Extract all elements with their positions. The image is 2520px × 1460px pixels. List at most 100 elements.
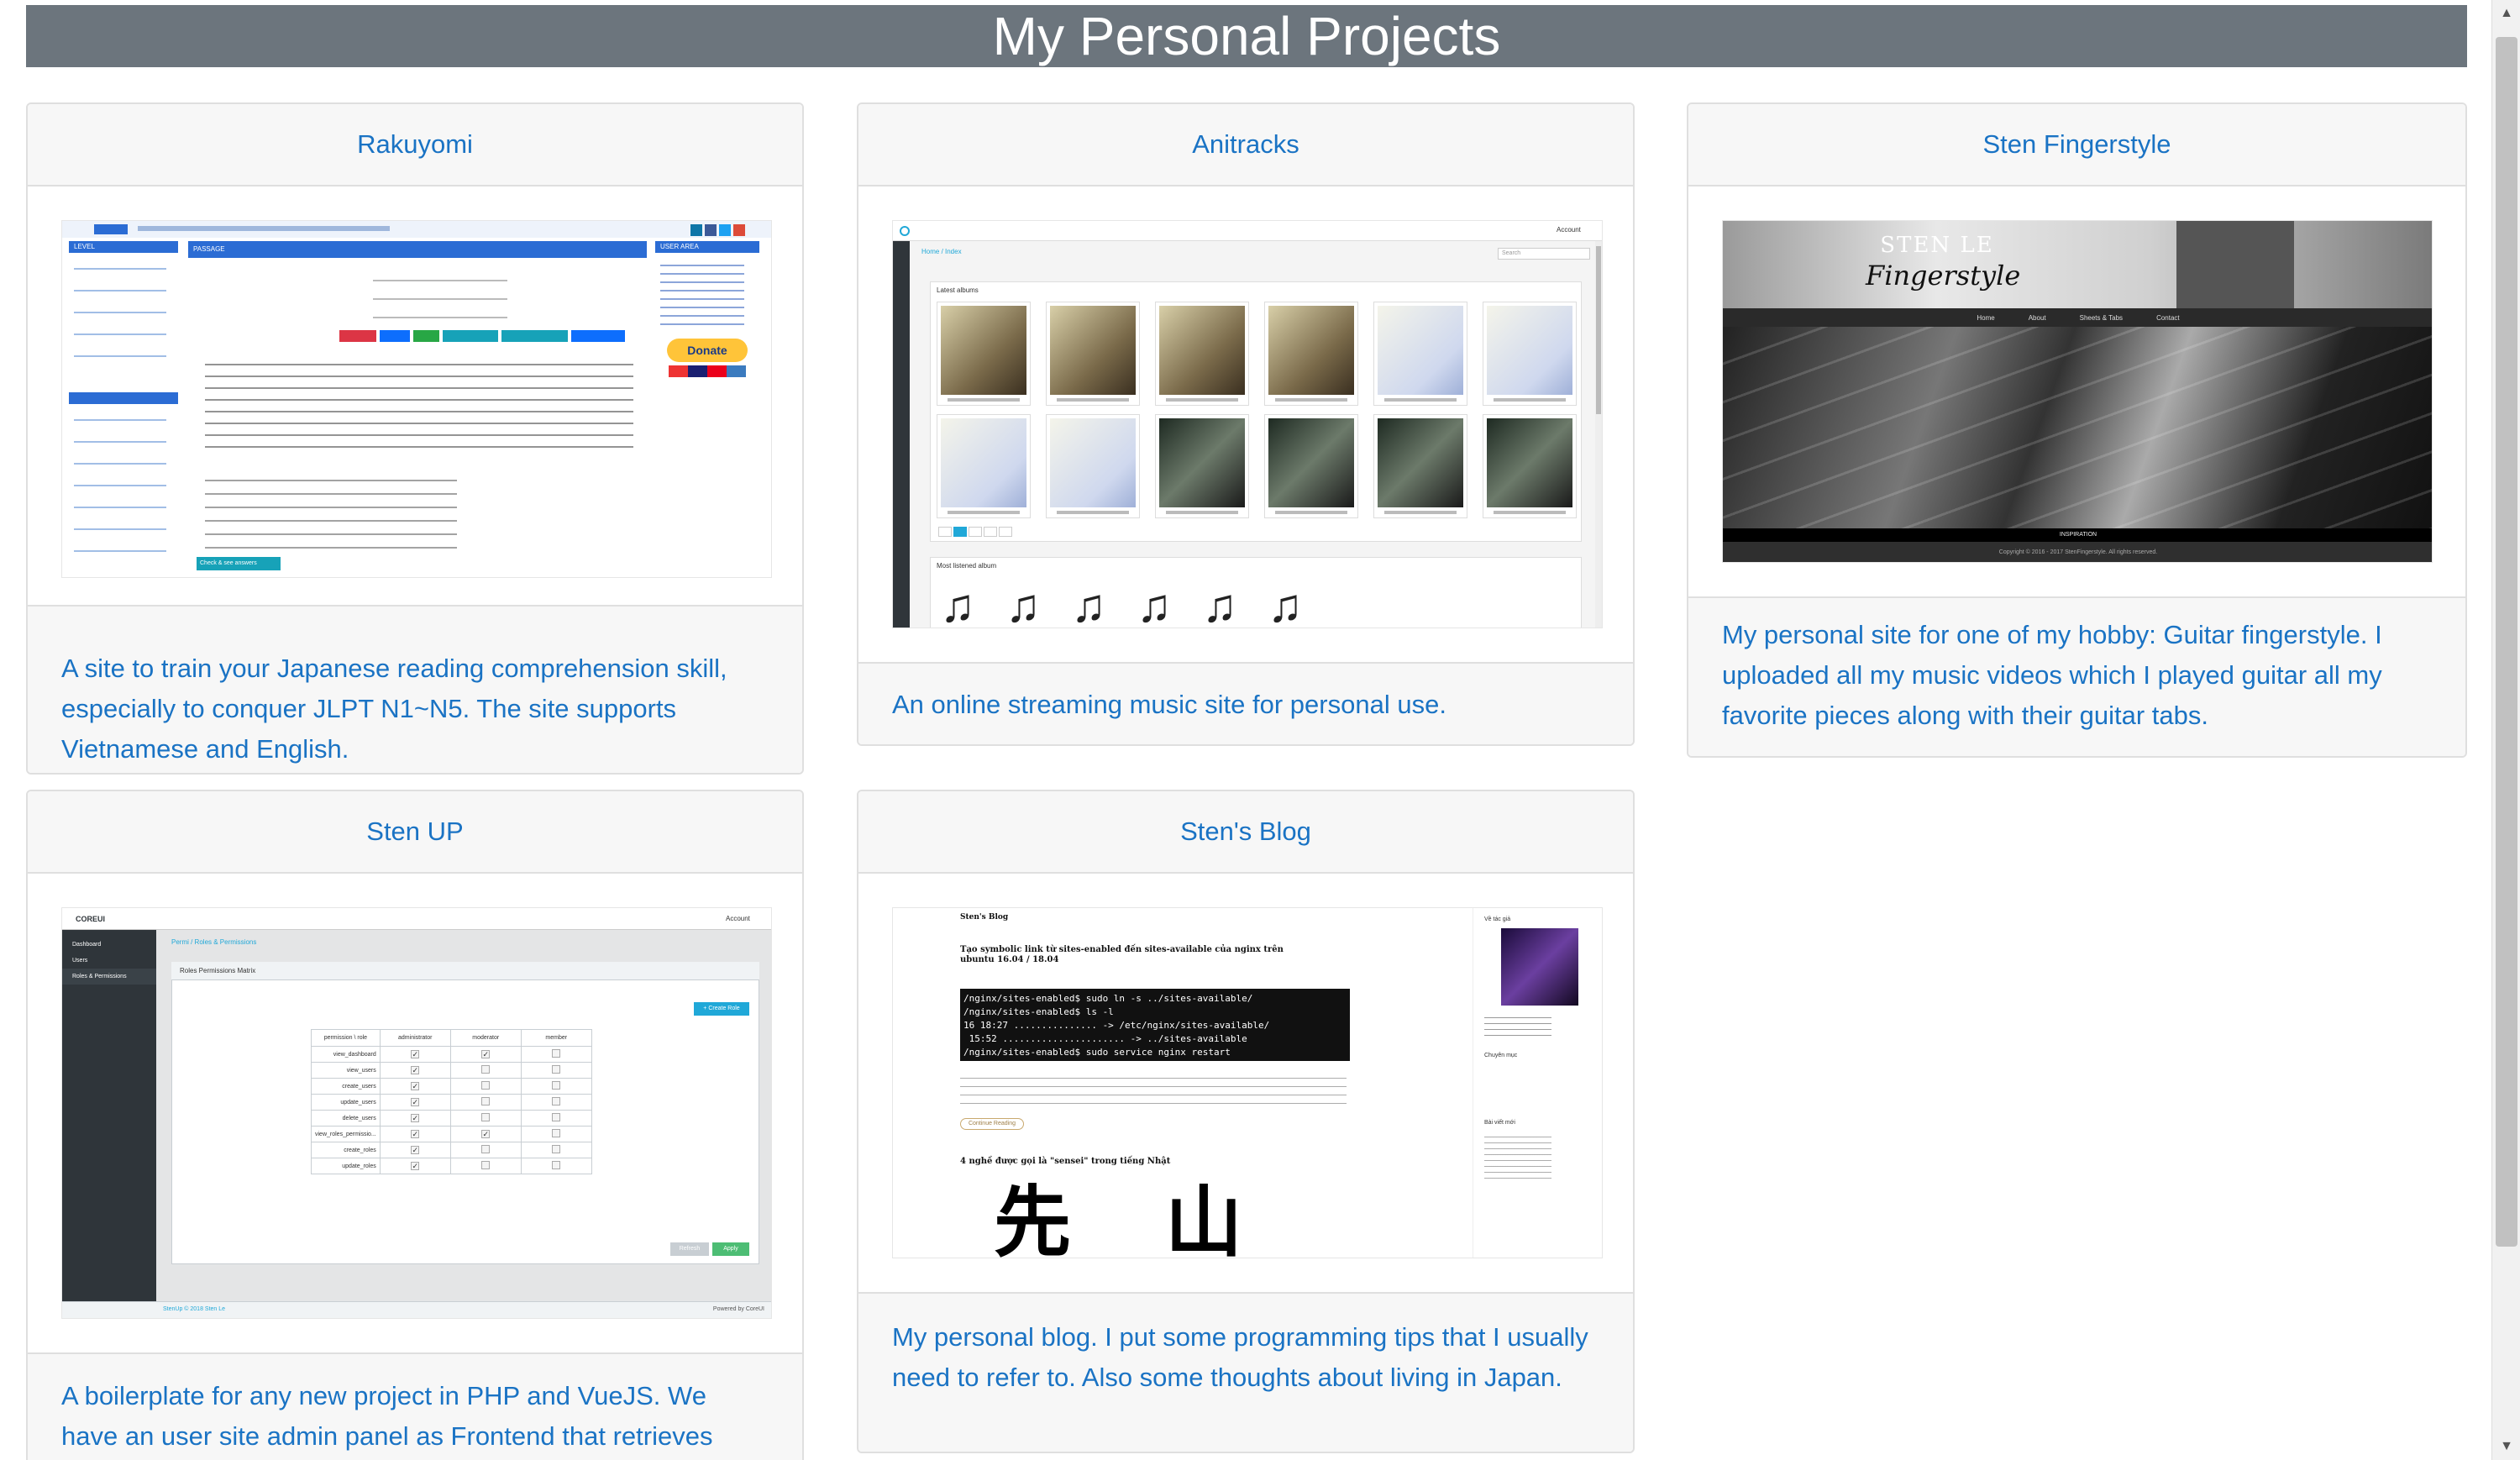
card-title[interactable]: Sten UP	[28, 791, 802, 874]
permission-checkbox[interactable]: ✓	[449, 1126, 522, 1142]
stenup-screenshot[interactable]: COREUI Account Dashboard Users Roles & Per…	[61, 907, 772, 1319]
music-note-icon: ♫	[940, 579, 975, 628]
create-role-button: + Create Role	[694, 1002, 749, 1016]
blog-screenshot[interactable]: Sten's Blog Tạo symbolic link từ sites-e…	[892, 907, 1603, 1258]
permission-checkbox[interactable]	[520, 1126, 592, 1142]
permission-checkbox[interactable]	[520, 1046, 592, 1063]
album-thumbnail	[1373, 302, 1467, 406]
terminal-line: 16 18:27 ............... -> /etc/nginx/s…	[963, 1020, 1270, 1031]
page-title: My Personal Projects	[992, 6, 1501, 66]
footer-left: StenUp © 2018 Sten Le	[163, 1306, 226, 1312]
scroll-down-arrow-icon[interactable]: ▼	[2492, 1433, 2520, 1460]
account-link: Account	[726, 915, 750, 922]
permission-name: update_roles	[311, 1158, 381, 1174]
permission-checkbox[interactable]	[520, 1142, 592, 1158]
permission-checkbox[interactable]: ✓	[379, 1126, 451, 1142]
permission-checkbox[interactable]: ✓	[379, 1062, 451, 1079]
album-thumbnail	[937, 302, 1031, 406]
permission-checkbox[interactable]: ✓	[449, 1046, 522, 1063]
coreui-logo: COREUI	[76, 915, 106, 923]
album-thumbnail	[937, 414, 1031, 518]
permission-checkbox[interactable]: ✓	[379, 1110, 451, 1127]
fingerstyle-screenshot[interactable]: STEN LE Fingerstyle Home About Sheets & Ta…	[1722, 220, 2433, 563]
permission-checkbox[interactable]	[449, 1158, 522, 1174]
album-thumbnail	[1046, 414, 1140, 518]
terminal-line: /nginx/sites-enabled$ ls -l	[963, 1006, 1114, 1017]
music-note-icon: ♫	[1005, 579, 1041, 628]
blog-post-title: Tạo symbolic link từ sites-enabled đến s…	[960, 945, 1284, 964]
permission-checkbox[interactable]: ✓	[379, 1158, 451, 1174]
permission-column-header: member	[520, 1029, 592, 1047]
permission-checkbox[interactable]	[449, 1094, 522, 1111]
card-description: My personal site for one of my hobby: Gu…	[1688, 596, 2465, 756]
album-thumbnail	[1155, 414, 1249, 518]
project-card-sten-fingerstyle: Sten Fingerstyle STEN LE Fingerstyle Hom…	[1687, 102, 2467, 758]
fingerstyle-nav-item: Home	[1977, 313, 1995, 322]
permission-checkbox[interactable]	[520, 1094, 592, 1111]
permission-checkbox[interactable]: ✓	[379, 1094, 451, 1111]
permission-column-header: moderator	[449, 1029, 522, 1047]
card-description: A site to train your Japanese reading co…	[28, 605, 802, 773]
sidebar-about: Về tác giả	[1484, 916, 1511, 922]
permission-checkbox[interactable]	[520, 1158, 592, 1174]
album-thumbnail	[1483, 414, 1577, 518]
check-answers-button: Check & see answers	[197, 557, 281, 570]
page-scrollbar[interactable]: ▲ ▼	[2491, 0, 2520, 1460]
site-logo-script: Fingerstyle	[1866, 260, 2021, 291]
user-area-header: USER AREA	[655, 241, 759, 253]
card-description: My personal blog. I put some programming…	[858, 1292, 1633, 1452]
music-note-icon: ♫	[1268, 579, 1303, 628]
card-title[interactable]: Rakuyomi	[28, 104, 802, 186]
permission-checkbox[interactable]	[520, 1078, 592, 1095]
music-note-icon: ♫	[1071, 579, 1106, 628]
permission-checkbox[interactable]	[449, 1078, 522, 1095]
permission-column-header: permission \ role	[311, 1029, 381, 1047]
permission-checkbox[interactable]	[520, 1062, 592, 1079]
inspiration-banner: INSPIRATION	[1723, 528, 2432, 542]
panel-title: Roles Permissions Matrix	[171, 962, 759, 980]
card-title-link[interactable]: Sten's Blog	[1180, 817, 1311, 847]
permission-checkbox[interactable]	[449, 1062, 522, 1079]
rakuyomi-screenshot[interactable]: LEVEL PASSAGE Check & see answers USER A…	[61, 220, 772, 578]
permission-name: view_users	[311, 1062, 381, 1079]
blog-post2-title: 4 nghề được gọi là "sensei" trong tiếng …	[960, 1157, 1171, 1166]
sidebar-recent: Bài viết mới	[1484, 1120, 1515, 1126]
permission-name: create_users	[311, 1078, 381, 1095]
copyright-text: Copyright © 2016 - 2017 StenFingerstyle.…	[1723, 542, 2432, 562]
permission-checkbox[interactable]: ✓	[379, 1046, 451, 1063]
breadcrumb: Home / Index	[921, 248, 962, 255]
permission-name: update_users	[311, 1094, 381, 1111]
card-title[interactable]: Sten Fingerstyle	[1688, 104, 2465, 186]
permission-checkbox[interactable]	[520, 1110, 592, 1127]
kanji-image: 先 山	[994, 1178, 1277, 1258]
scroll-up-arrow-icon[interactable]: ▲	[2492, 0, 2520, 27]
card-title[interactable]: Sten's Blog	[858, 791, 1633, 874]
stenup-sidebar-item: Dashboard	[72, 942, 102, 948]
permission-name: view_dashboard	[311, 1046, 381, 1063]
account-link: Account	[1557, 226, 1581, 234]
continue-reading-button: Continue Reading	[960, 1118, 1024, 1130]
permission-checkbox[interactable]: ✓	[379, 1142, 451, 1158]
anitracks-screenshot[interactable]: Account Home / Index Search Latest album…	[892, 220, 1603, 628]
project-card-rakuyomi: Rakuyomi LEVEL PASSAGE Check & see answe…	[26, 102, 804, 775]
site-logo-name: STEN LE	[1880, 233, 1994, 258]
card-title[interactable]: Anitracks	[858, 104, 1633, 186]
card-title-link[interactable]: Anitracks	[1192, 129, 1299, 160]
album-thumbnail	[1264, 302, 1358, 406]
permission-checkbox[interactable]	[449, 1142, 522, 1158]
permission-name: create_roles	[311, 1142, 381, 1158]
project-card-stens-blog: Sten's Blog Sten's Blog Tạo symbolic lin…	[857, 790, 1635, 1453]
card-title-link[interactable]: Sten Fingerstyle	[1983, 129, 2171, 160]
permission-checkbox[interactable]: ✓	[379, 1078, 451, 1095]
card-title-link[interactable]: Sten UP	[366, 817, 463, 847]
terminal-line: /nginx/sites-enabled$ sudo ln -s ../site…	[963, 993, 1253, 1004]
level-header: LEVEL	[69, 241, 178, 253]
permission-name: delete_users	[311, 1110, 381, 1127]
music-note-icon: ♫	[1137, 579, 1172, 628]
project-card-anitracks: Anitracks Account Home / Index Search La…	[857, 102, 1635, 746]
permission-checkbox[interactable]	[449, 1110, 522, 1127]
page-header: My Personal Projects	[26, 5, 2467, 67]
scroll-thumb[interactable]	[2496, 37, 2517, 1247]
stenup-sidebar-item: Roles & Permissions	[62, 969, 156, 985]
card-title-link[interactable]: Rakuyomi	[357, 129, 473, 160]
